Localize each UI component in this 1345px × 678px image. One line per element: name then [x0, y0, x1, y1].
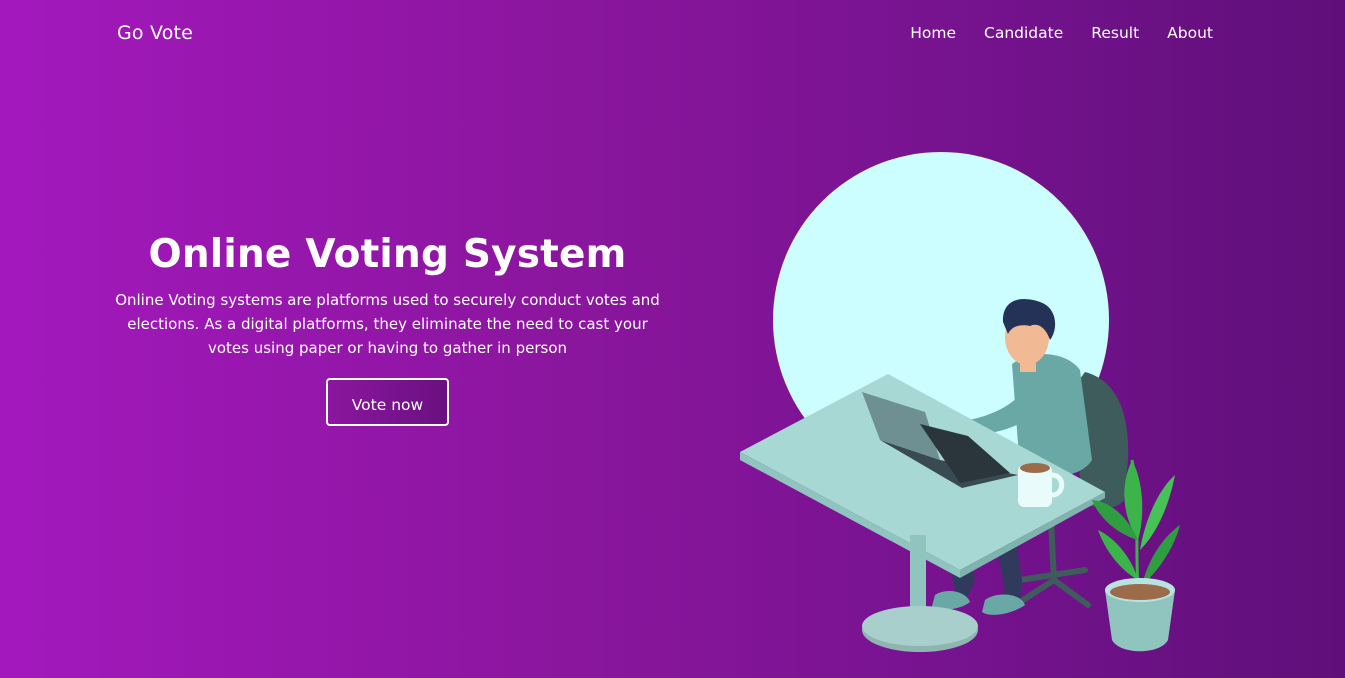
- vote-now-button[interactable]: Vote now: [326, 377, 449, 426]
- brand-logo[interactable]: Go Vote: [117, 22, 193, 44]
- voting-illustration: [740, 152, 1180, 652]
- main-nav: Home Candidate Result About: [910, 24, 1213, 42]
- nav-result[interactable]: Result: [1091, 24, 1139, 42]
- nav-about[interactable]: About: [1167, 24, 1213, 42]
- person-neck: [1020, 358, 1036, 372]
- hero-title: Online Voting System: [148, 232, 627, 277]
- mug-coffee: [1020, 463, 1050, 473]
- hero-section: Online Voting System Online Voting syste…: [100, 232, 675, 426]
- nav-home[interactable]: Home: [910, 24, 956, 42]
- nav-candidate[interactable]: Candidate: [984, 24, 1063, 42]
- plant-soil: [1110, 584, 1170, 600]
- hero-description: Online Voting systems are platforms used…: [115, 290, 660, 357]
- desk-foot-top: [862, 606, 978, 646]
- chair-base: [1017, 567, 1091, 608]
